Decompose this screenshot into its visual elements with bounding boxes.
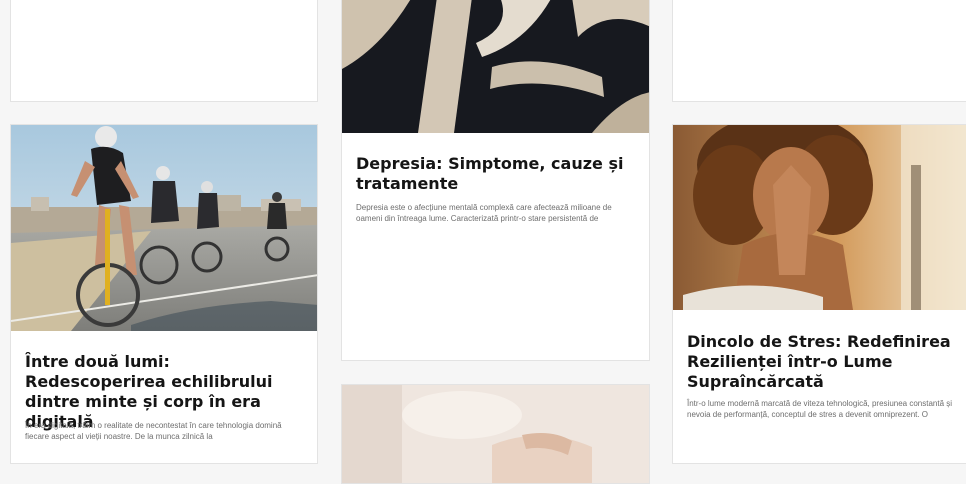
woman-hands-clasped-image [673, 125, 966, 310]
article-image[interactable] [673, 125, 966, 310]
article-excerpt: Într-o lume modernă marcată de viteza te… [687, 399, 953, 419]
article-excerpt: În era digitală, trăim o realitate de ne… [25, 421, 282, 441]
article-card-depresia[interactable]: Depresia: Simptome, cauze și tratamente … [341, 0, 650, 361]
article-card-top-right[interactable] [672, 0, 966, 102]
article-image[interactable] [342, 0, 649, 133]
article-title[interactable]: Dincolo de Stres: Redefinirea Reziliențe… [687, 332, 959, 392]
article-title[interactable]: Depresia: Simptome, cauze și tratamente [356, 154, 637, 194]
article-card-dincolo-de-stres[interactable]: Dincolo de Stres: Redefinirea Reziliențe… [672, 124, 966, 464]
hands-light-background-image [342, 385, 649, 483]
article-card-top-left[interactable] [10, 0, 318, 102]
article-image[interactable] [11, 125, 317, 331]
cyclists-on-road-image [11, 125, 317, 331]
article-card-bottom-middle[interactable] [341, 384, 650, 484]
article-excerpt: Depresia este o afecțiune mentală comple… [356, 203, 612, 223]
article-image[interactable] [342, 385, 649, 483]
abstract-dark-shape-image [342, 0, 649, 133]
article-card-intre-doua-lumi[interactable]: Între două lumi: Redescoperirea echilibr… [10, 124, 318, 464]
